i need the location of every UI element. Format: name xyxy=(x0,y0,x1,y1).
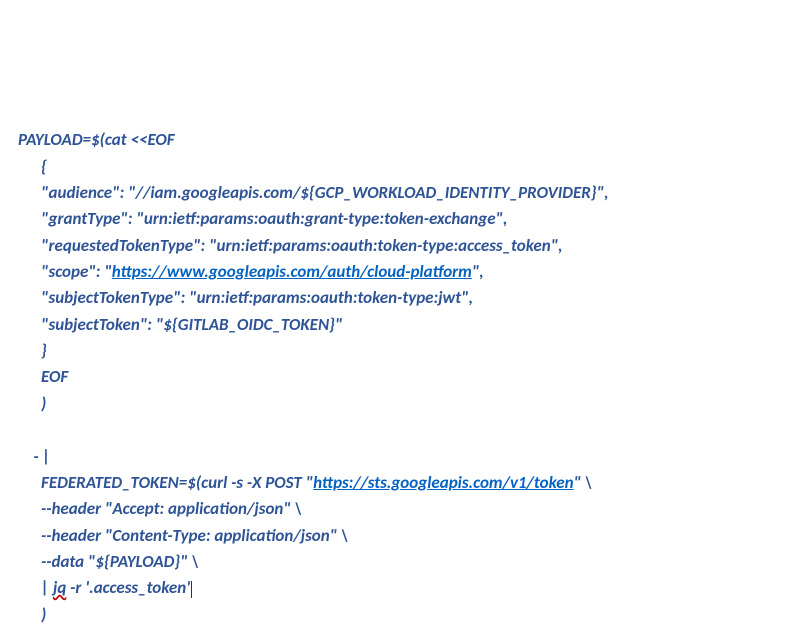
line-03: "audience": "//iam.googleapis.com/${GCP_… xyxy=(18,182,609,203)
line-14: --header "Accept: application/json" \ xyxy=(18,498,302,519)
line-15: --header "Content-Type: application/json… xyxy=(18,525,348,546)
line-17b: -r '.access_token' xyxy=(66,577,190,598)
line-01: PAYLOAD=$(cat <<EOF xyxy=(18,129,175,150)
scope-url-link[interactable]: https://www.googleapis.com/auth/cloud-pl… xyxy=(112,261,472,282)
line-07: "subjectTokenType": "urn:ietf:params:oau… xyxy=(18,287,473,308)
sts-url-link[interactable]: https://sts.googleapis.com/v1/token xyxy=(313,472,574,493)
line-02: { xyxy=(18,156,47,177)
line-06a: "scope": " xyxy=(18,261,112,282)
line-13b: " \ xyxy=(574,472,593,493)
line-12: - | xyxy=(18,446,51,467)
line-13a: FEDERATED_TOKEN=$(curl -s -X POST " xyxy=(18,472,313,493)
line-17a: | xyxy=(18,577,53,598)
line-10: EOF xyxy=(18,366,68,387)
line-06b: ", xyxy=(472,261,484,282)
spellcheck-squiggle-jq: jq xyxy=(53,577,66,598)
line-08: "subjectToken": "${GITLAB_OIDC_TOKEN}" xyxy=(18,314,342,335)
line-18: ) xyxy=(18,604,46,625)
line-05: "requestedTokenType": "urn:ietf:params:o… xyxy=(18,235,563,256)
line-16: --data "${PAYLOAD}" \ xyxy=(18,551,199,572)
text-cursor-icon xyxy=(191,581,192,598)
line-04: "grantType": "urn:ietf:params:oauth:gran… xyxy=(18,208,507,229)
line-11: ) xyxy=(18,393,46,414)
line-09: } xyxy=(18,340,47,361)
